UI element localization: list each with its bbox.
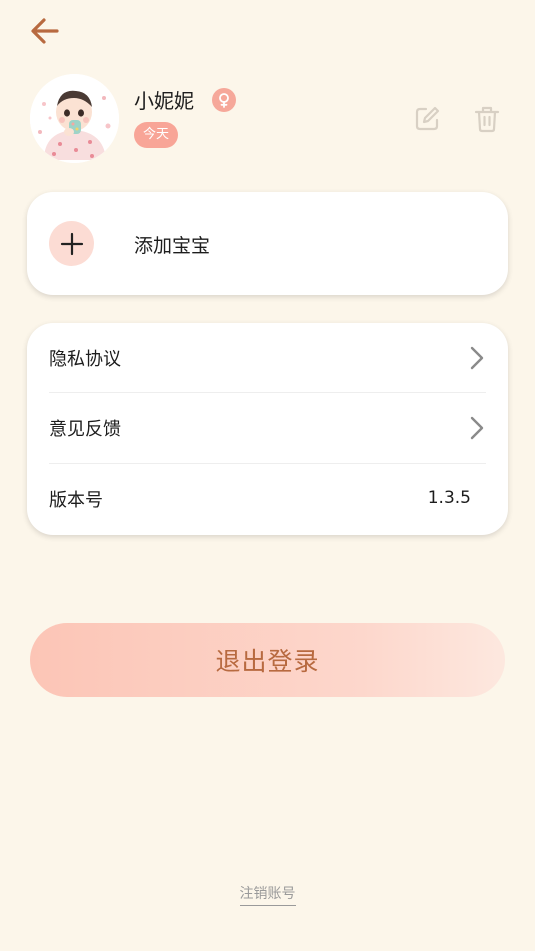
- logout-button[interactable]: 退出登录: [30, 623, 505, 697]
- edit-icon: [415, 106, 440, 131]
- arrow-left-icon: [31, 18, 59, 44]
- settings-menu: 隐私协议 意见反馈 版本号 1.3.5: [27, 323, 508, 535]
- baby-profile: 小妮妮 今天: [30, 74, 510, 164]
- logout-label: 退出登录: [215, 647, 320, 676]
- edit-button[interactable]: [412, 104, 442, 134]
- add-baby-card[interactable]: 添加宝宝: [27, 192, 508, 295]
- version-value: 1.3.5: [427, 488, 471, 508]
- feedback-label: 意见反馈: [49, 419, 121, 440]
- chevron-right-icon: [470, 416, 484, 440]
- trash-icon: [474, 106, 500, 133]
- age-badge: 今天: [134, 122, 179, 148]
- cancel-account-area: 注销账号: [0, 883, 535, 906]
- female-icon: [212, 88, 236, 112]
- avatar[interactable]: [30, 74, 119, 163]
- baby-name: 小妮妮: [134, 89, 194, 113]
- back-button[interactable]: [26, 12, 64, 50]
- plus-icon: [49, 221, 94, 266]
- menu-item-version: 版本号 1.3.5: [49, 464, 486, 534]
- version-label: 版本号: [49, 490, 103, 511]
- baby-avatar-image: [30, 74, 119, 163]
- delete-button[interactable]: [472, 104, 502, 134]
- menu-item-privacy[interactable]: 隐私协议: [49, 323, 486, 393]
- menu-item-feedback[interactable]: 意见反馈: [49, 393, 486, 463]
- cancel-account-link[interactable]: 注销账号: [239, 886, 296, 906]
- chevron-right-icon: [470, 346, 484, 370]
- add-baby-label: 添加宝宝: [134, 235, 211, 257]
- privacy-label: 隐私协议: [49, 349, 121, 370]
